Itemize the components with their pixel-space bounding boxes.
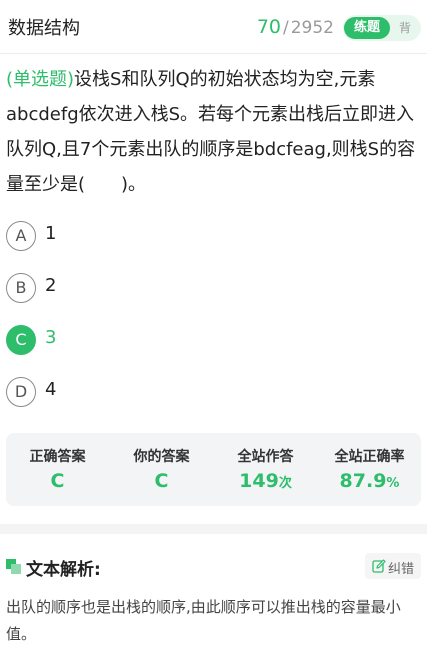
question-progress: 70/2952 [257,16,334,38]
current-question-number: 70 [256,16,281,38]
accuracy-value: 87.9% [318,470,421,492]
accuracy-number: 87.9 [339,470,387,492]
analysis-header: 文本解析: 纠错 [6,552,421,582]
stat-your-answer: 你的答案 C [110,433,213,506]
option-a-letter: A [6,221,36,251]
top-bar: 数据结构 70/2952 练题 背 [0,0,427,54]
analysis-text: 出队的顺序也是出栈的顺序,由此顺序可以推出栈的容量最小值。 [6,598,401,643]
accuracy-unit: % [386,476,400,491]
accuracy-label: 全站正确率 [334,449,405,465]
section-marker-icon [6,559,22,575]
attempts-label: 全站作答 [237,449,294,465]
option-b-text: 2 [45,275,57,296]
memorize-mode-button[interactable]: 背 [399,19,411,36]
attempts-number: 149 [239,470,279,492]
your-answer-label: 你的答案 [133,449,190,465]
total-question-count: 2952 [290,18,334,38]
subject-title: 数据结构 [8,18,80,39]
attempts-value: 149次 [214,470,317,492]
correct-answer-label: 正确答案 [29,449,86,465]
option-b-letter: B [6,273,36,303]
report-error-button[interactable]: 纠错 [365,553,421,579]
stat-correct-answer: 正确答案 C [6,433,109,506]
option-b[interactable]: B 2 [6,271,306,305]
edit-icon [372,559,386,573]
report-error-label: 纠错 [388,562,415,577]
option-c-selected[interactable]: C 3 [6,323,306,357]
option-a[interactable]: A 1 [6,219,306,253]
question-stem: (单选题)设栈S和队列Q的初始状态均为空,元素abcdefg依次进入栈S。若每个… [6,62,422,202]
option-c-text: 3 [45,327,57,348]
mode-toggle[interactable]: 练题 背 [343,15,421,41]
question-type: (单选题) [6,69,75,90]
analysis-title: 文本解析: [26,560,101,580]
progress-separator: / [283,18,289,38]
option-d-letter: D [6,377,36,407]
stat-attempts: 全站作答 149次 [214,433,317,506]
correct-answer-value: C [50,470,65,492]
attempts-unit: 次 [278,476,292,491]
option-d-text: 4 [45,379,57,400]
stat-accuracy: 全站正确率 87.9% [318,433,421,506]
answer-stats-panel: 正确答案 C 你的答案 C 全站作答 149次 全站正确率 87.9% [6,433,421,506]
option-d[interactable]: D 4 [6,375,306,409]
practice-mode-button[interactable]: 练题 [344,17,390,39]
your-answer-value: C [154,470,169,492]
option-a-text: 1 [45,223,57,244]
option-c-letter: C [6,325,36,355]
section-divider [0,524,427,534]
